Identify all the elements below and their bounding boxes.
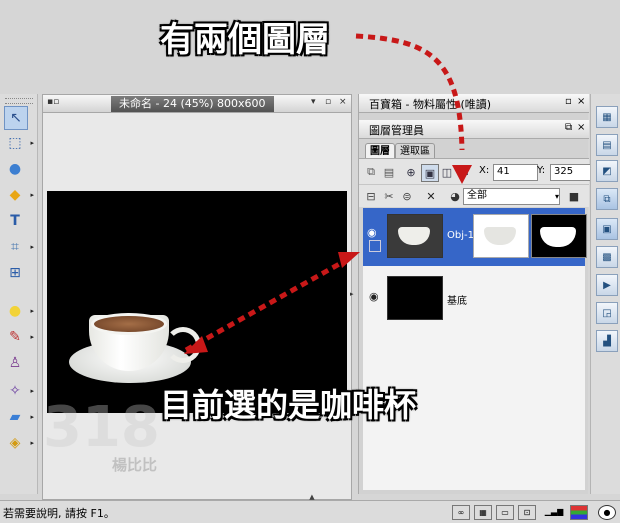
top-callout-arrow-line <box>355 33 465 151</box>
bottom-callout: 目前選的是咖啡杯 <box>160 386 417 424</box>
top-callout-arrowhead <box>452 165 472 184</box>
bottom-callout-arrowhead-right <box>338 252 360 268</box>
bottom-callout-arrow-line <box>184 255 352 353</box>
top-callout: 有兩個圖層 <box>160 20 330 60</box>
bottom-callout-arrowhead-left <box>184 336 208 354</box>
annotation-arrows <box>184 33 472 354</box>
